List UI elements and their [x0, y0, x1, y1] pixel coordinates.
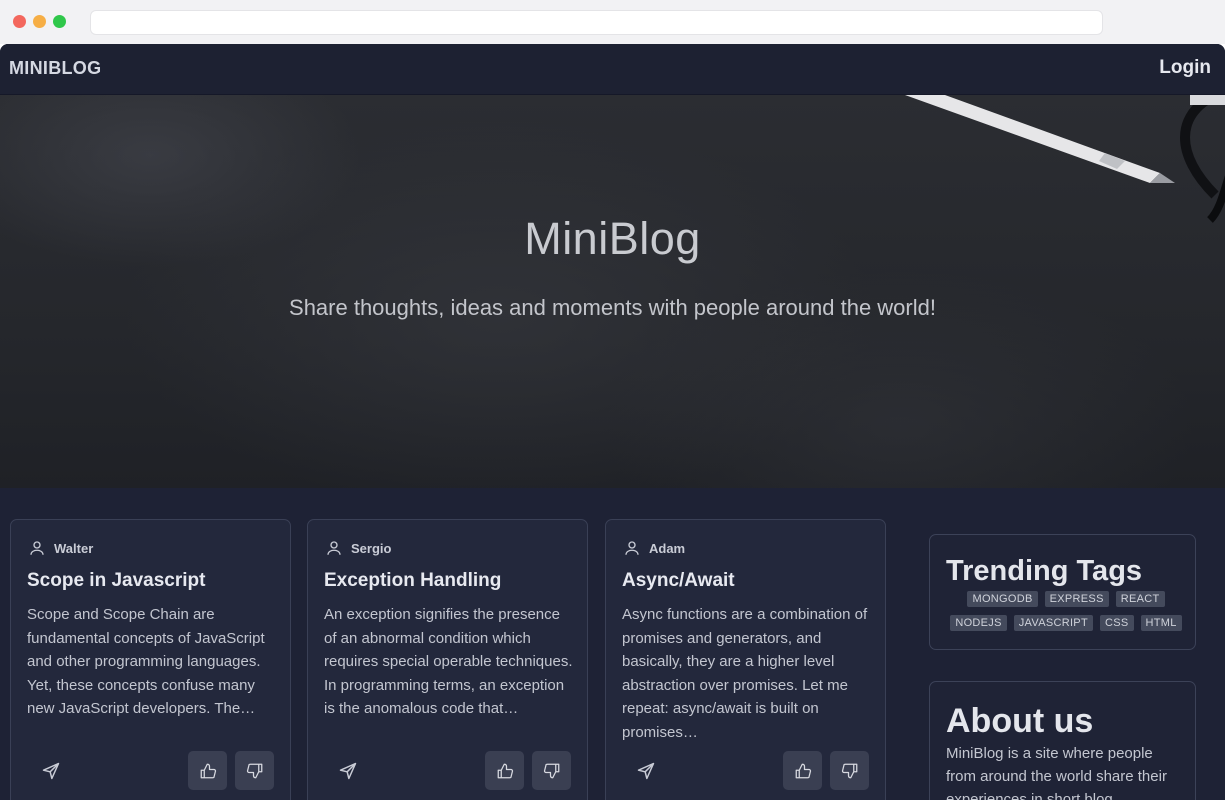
- like-button[interactable]: [485, 751, 524, 790]
- hero-title: MiniBlog: [524, 213, 701, 264]
- post-actions: [324, 751, 571, 791]
- post-author-name[interactable]: Adam: [649, 541, 685, 556]
- tag-list: MONGODB EXPRESS REACT NODEJS JAVASCRIPT …: [946, 591, 1186, 631]
- send-icon[interactable]: [636, 761, 656, 781]
- address-bar[interactable]: [90, 10, 1103, 35]
- like-button[interactable]: [188, 751, 227, 790]
- thumbs-up-icon: [795, 763, 811, 778]
- user-icon: [625, 541, 639, 555]
- close-window-dot[interactable]: [13, 15, 26, 28]
- user-icon: [327, 541, 341, 555]
- dislike-button[interactable]: [235, 751, 274, 790]
- tag-mongodb[interactable]: MONGODB: [967, 591, 1038, 607]
- about-us-title: About us: [946, 702, 1094, 740]
- thumbs-down-icon: [841, 763, 857, 778]
- post-card[interactable]: Sergio Exception Handling An exception s…: [307, 519, 588, 800]
- post-title[interactable]: Async/Await: [622, 570, 735, 592]
- post-author-name[interactable]: Sergio: [351, 541, 391, 556]
- tag-nodejs[interactable]: NODEJS: [950, 615, 1007, 631]
- post-excerpt: Async functions are a combination of pro…: [622, 606, 868, 741]
- window-controls: [13, 15, 66, 28]
- tag-javascript[interactable]: JAVASCRIPT: [1013, 615, 1093, 631]
- tag-react[interactable]: REACT: [1115, 591, 1165, 607]
- post-card[interactable]: Walter Scope in Javascript Scope and Sco…: [10, 519, 291, 800]
- hero-banner: MiniBlog Share thoughts, ideas and momen…: [0, 95, 1225, 488]
- navbar: MINIBLOG Login: [0, 44, 1225, 95]
- trending-tags-title: Trending Tags: [946, 555, 1143, 587]
- post-actions: [622, 751, 869, 791]
- post-title[interactable]: Exception Handling: [324, 570, 501, 592]
- post-excerpt: Scope and Scope Chain are fundamental co…: [27, 606, 265, 718]
- post-author: Sergio: [325, 539, 391, 557]
- send-icon[interactable]: [41, 761, 61, 781]
- post-title[interactable]: Scope in Javascript: [27, 570, 205, 592]
- user-icon: [30, 541, 44, 555]
- brand-logo[interactable]: MINIBLOG: [9, 58, 101, 79]
- maximize-window-dot[interactable]: [53, 15, 66, 28]
- minimize-window-dot[interactable]: [33, 15, 46, 28]
- about-us-panel: About us MiniBlog is a site where people…: [929, 681, 1196, 800]
- post-card[interactable]: Adam Async/Await Async functions are a c…: [605, 519, 886, 800]
- post-excerpt: An exception signifies the presence of a…: [324, 606, 573, 718]
- dislike-button[interactable]: [830, 751, 869, 790]
- thumbs-up-icon: [200, 763, 216, 778]
- login-link[interactable]: Login: [1159, 57, 1211, 79]
- tag-css[interactable]: CSS: [1099, 615, 1134, 631]
- about-us-text: MiniBlog is a site where people from aro…: [946, 745, 1167, 800]
- dislike-button[interactable]: [532, 751, 571, 790]
- thumbs-down-icon: [543, 763, 559, 778]
- tag-html[interactable]: HTML: [1140, 615, 1182, 631]
- thumbs-down-icon: [246, 763, 262, 778]
- page: MINIBLOG Login MiniBlog Share thoughts, …: [0, 44, 1225, 800]
- browser-chrome: [0, 0, 1225, 44]
- post-actions: [27, 751, 274, 791]
- post-author: Adam: [623, 539, 685, 557]
- trending-tags-panel: Trending Tags MONGODB EXPRESS REACT NODE…: [929, 534, 1196, 650]
- post-author: Walter: [28, 539, 93, 557]
- tag-express[interactable]: EXPRESS: [1044, 591, 1109, 607]
- like-button[interactable]: [783, 751, 822, 790]
- post-author-name[interactable]: Walter: [54, 541, 93, 556]
- thumbs-up-icon: [497, 763, 513, 778]
- hero-subtitle: Share thoughts, ideas and moments with p…: [289, 295, 936, 320]
- send-icon[interactable]: [338, 761, 358, 781]
